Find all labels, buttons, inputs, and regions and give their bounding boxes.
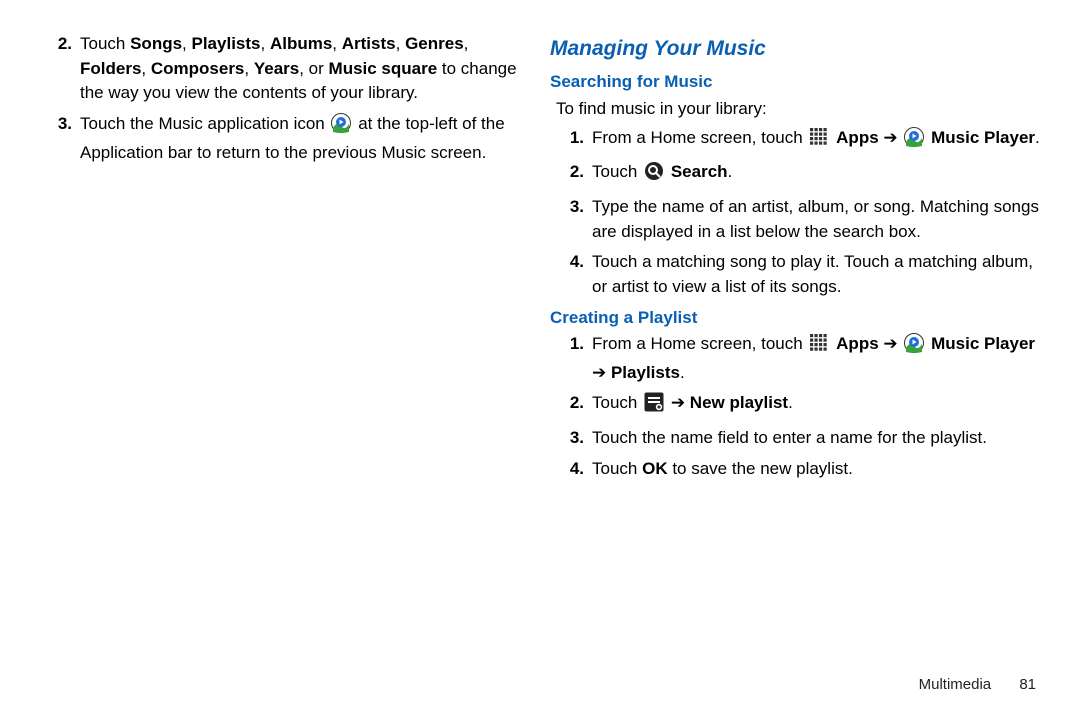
body-text: Touch a matching song to play it. Touch …	[592, 252, 1033, 296]
body-text: Type the name of an artist, album, or so…	[592, 197, 1039, 241]
numbered-step: 2.Touch Search.	[550, 160, 1042, 189]
bold-text: Folders	[80, 59, 141, 78]
step-number: 2.	[38, 32, 80, 106]
body-text: ➔	[879, 128, 903, 147]
step-text: Touch Search.	[592, 160, 1042, 189]
step-number: 1.	[550, 332, 592, 385]
body-text: ,	[261, 34, 270, 53]
step-text: Touch OK to save the new playlist.	[592, 457, 1042, 482]
body-text: From a Home screen, touch	[592, 128, 807, 147]
bold-text: Apps	[836, 128, 879, 147]
body-text: ➔	[879, 334, 903, 353]
body-text: From a Home screen, touch	[592, 334, 807, 353]
body-text: Touch the name field to enter a name for…	[592, 428, 987, 447]
body-text: Touch	[592, 393, 642, 412]
body-text: ,	[396, 34, 405, 53]
body-text: Touch	[592, 162, 642, 181]
body-text: Touch the Music application icon	[80, 114, 329, 133]
numbered-step: 2.Touch ➔ New playlist.	[550, 391, 1042, 420]
numbered-step: 2.Touch Songs, Playlists, Albums, Artist…	[38, 32, 530, 106]
step-number: 3.	[550, 426, 592, 451]
body-text: ,	[332, 34, 341, 53]
bold-text: Composers	[151, 59, 245, 78]
subsection-heading: Creating a Playlist	[550, 306, 1042, 331]
bold-text: Search	[671, 162, 728, 181]
section-heading: Managing Your Music	[550, 34, 1042, 64]
step-text: From a Home screen, touch Apps ➔ Music P…	[592, 332, 1042, 385]
bold-text: Genres	[405, 34, 464, 53]
numbered-step: 3.Type the name of an artist, album, or …	[550, 195, 1042, 244]
bold-text: Apps	[836, 334, 879, 353]
step-number: 2.	[550, 160, 592, 189]
bold-text: Playlists	[611, 363, 680, 382]
step-number: 3.	[38, 112, 80, 165]
left-column: 2.Touch Songs, Playlists, Albums, Artist…	[28, 32, 540, 700]
page-footer: Multimedia 81	[919, 674, 1036, 696]
music-player-icon	[331, 113, 351, 141]
footer-section: Multimedia	[919, 676, 992, 693]
step-text: Touch Songs, Playlists, Albums, Artists,…	[80, 32, 530, 106]
bold-text: Music Player	[931, 334, 1035, 353]
numbered-step: 4.Touch a matching song to play it. Touc…	[550, 250, 1042, 299]
step-number: 4.	[550, 457, 592, 482]
body-text: ➔	[592, 363, 611, 382]
step-text: From a Home screen, touch Apps ➔ Music P…	[592, 126, 1042, 155]
body-text: ➔	[666, 393, 690, 412]
bold-text: Albums	[270, 34, 332, 53]
body-text: Touch	[80, 34, 130, 53]
music-player-icon	[904, 333, 924, 361]
step-number: 2.	[550, 391, 592, 420]
body-text: ,	[182, 34, 191, 53]
bold-text: New playlist	[690, 393, 788, 412]
bold-text: Music Player	[931, 128, 1035, 147]
search-icon	[644, 161, 664, 189]
music-player-icon	[904, 127, 924, 155]
menu-icon	[644, 392, 664, 420]
step-number: 4.	[550, 250, 592, 299]
numbered-step: 1.From a Home screen, touch Apps ➔ Music…	[550, 126, 1042, 155]
body-text: ,	[244, 59, 253, 78]
step-text: Touch the name field to enter a name for…	[592, 426, 1042, 451]
body-text: ,	[141, 59, 150, 78]
step-text: Type the name of an artist, album, or so…	[592, 195, 1042, 244]
apps-grid-icon	[809, 127, 829, 155]
body-text: .	[788, 393, 793, 412]
step-text: Touch a matching song to play it. Touch …	[592, 250, 1042, 299]
numbered-step: 3.Touch the Music application icon at th…	[38, 112, 530, 165]
intro-text: To find music in your library:	[556, 97, 1042, 122]
bold-text: OK	[642, 459, 668, 478]
bold-text: Artists	[342, 34, 396, 53]
body-text: ,	[464, 34, 469, 53]
step-number: 3.	[550, 195, 592, 244]
body-text: .	[1035, 128, 1040, 147]
bold-text: Songs	[130, 34, 182, 53]
step-number: 1.	[550, 126, 592, 155]
footer-page-number: 81	[1019, 676, 1036, 693]
bold-text: Years	[254, 59, 299, 78]
body-text: .	[680, 363, 685, 382]
numbered-step: 1.From a Home screen, touch Apps ➔ Music…	[550, 332, 1042, 385]
body-text: Touch	[592, 459, 642, 478]
bold-text: Music square	[329, 59, 438, 78]
body-text: to save the new playlist.	[668, 459, 853, 478]
right-column: Managing Your MusicSearching for MusicTo…	[540, 32, 1052, 700]
step-text: Touch the Music application icon at the …	[80, 112, 530, 165]
apps-grid-icon	[809, 333, 829, 361]
subsection-heading: Searching for Music	[550, 70, 1042, 95]
step-text: Touch ➔ New playlist.	[592, 391, 1042, 420]
body-text: , or	[299, 59, 328, 78]
numbered-step: 3.Touch the name field to enter a name f…	[550, 426, 1042, 451]
manual-page: 2.Touch Songs, Playlists, Albums, Artist…	[0, 0, 1080, 720]
bold-text: Playlists	[192, 34, 261, 53]
body-text: .	[728, 162, 733, 181]
numbered-step: 4.Touch OK to save the new playlist.	[550, 457, 1042, 482]
